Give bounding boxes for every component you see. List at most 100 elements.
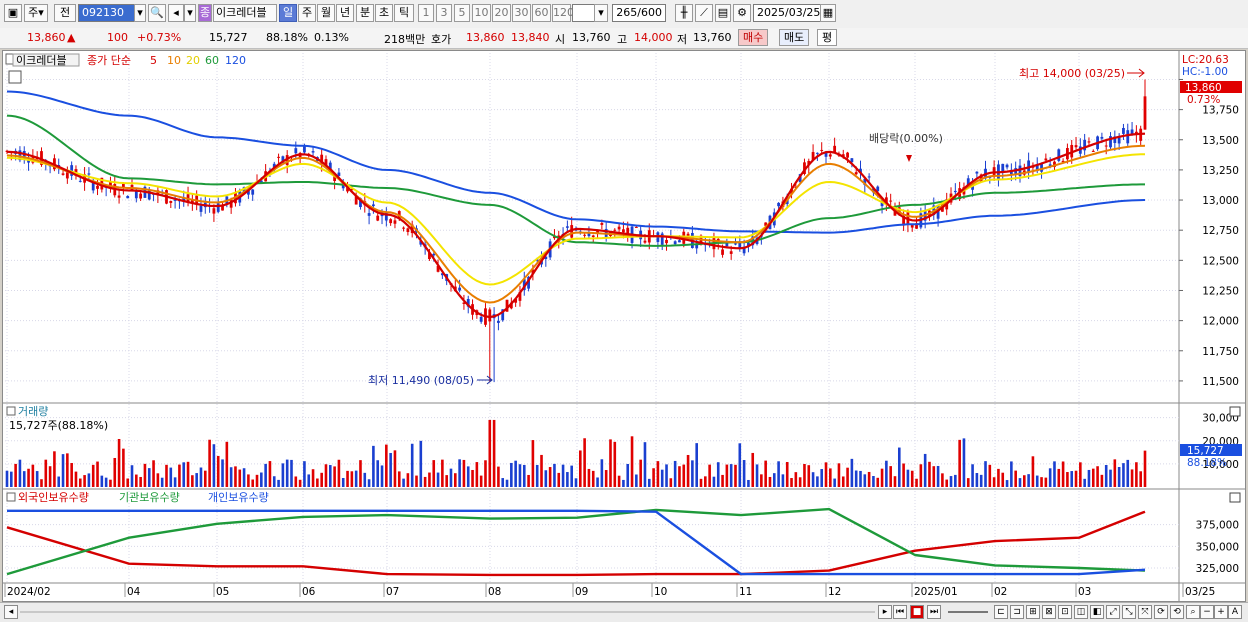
tool-9-icon[interactable]: ⤡ (1122, 605, 1136, 619)
volume-bar (945, 479, 949, 487)
tab-week[interactable]: 주 (298, 4, 316, 22)
tool-3-icon[interactable]: ⊞ (1026, 605, 1040, 619)
interval-10[interactable]: 10 (472, 4, 491, 22)
draw-tool-icon[interactable]: ⟋ (695, 4, 713, 22)
legend-institution-holdings: 기관보유수량 (119, 491, 180, 504)
volume-bar (376, 460, 380, 487)
low-annotation: 최저 11,490 (08/05) (368, 374, 474, 387)
prev-button[interactable]: 전 (54, 4, 76, 22)
scroll-right-icon[interactable]: ▸ (878, 605, 892, 619)
zoom-slider[interactable] (948, 611, 988, 613)
tool-6-icon[interactable]: ◫ (1074, 605, 1088, 619)
market-select[interactable]: 주▾ (24, 4, 48, 22)
stop-icon[interactable]: ■ (910, 605, 924, 619)
font-size-icon[interactable]: A (1228, 605, 1242, 619)
volume-bar (678, 466, 681, 487)
calendar-icon[interactable]: ▦ (820, 4, 836, 22)
scroll-left-icon[interactable]: ◂ (4, 605, 18, 619)
volume-bar (18, 459, 22, 487)
volume-bar (859, 470, 862, 487)
volume-bar (152, 460, 155, 487)
eval-button[interactable]: 평 (817, 29, 838, 46)
tool-4-icon[interactable]: ⊠ (1042, 605, 1056, 619)
tool-11-icon[interactable]: ⟳ (1154, 605, 1168, 619)
grid-toggle-icon[interactable] (8, 70, 22, 84)
volume-bar (229, 467, 233, 487)
stock-code-input[interactable]: 092130 (78, 4, 136, 22)
tool-2-icon[interactable]: ⊐ (1010, 605, 1024, 619)
tool-1-icon[interactable]: ⊏ (994, 605, 1008, 619)
volume-bar (514, 460, 517, 487)
volume-bar (1079, 462, 1082, 487)
zoom-in-icon[interactable]: + (1214, 605, 1228, 619)
volume-bar (1126, 459, 1130, 487)
volume-bar (247, 474, 250, 487)
tab-minute[interactable]: 분 (356, 4, 374, 22)
save-icon[interactable]: ▤ (715, 4, 731, 22)
holdings-panel-close-icon[interactable] (1229, 492, 1241, 503)
tab-year[interactable]: 년 (336, 4, 354, 22)
volume-bar (880, 468, 884, 487)
interval-30[interactable]: 30 (512, 4, 531, 22)
search-icon[interactable]: 🔍 (148, 4, 166, 22)
volume-bar (889, 466, 892, 487)
chart-svg[interactable]: 13,750 13,500 13,250 13,000 12,750 12,500 12,2… (3, 51, 1245, 601)
interval-3[interactable]: 3 (436, 4, 452, 22)
favorite-badge[interactable]: 종 (198, 4, 212, 22)
code-dropdown-icon[interactable]: ▾ (134, 4, 146, 22)
data-count-input[interactable]: 265/600 (612, 4, 666, 22)
tab-month[interactable]: 월 (317, 4, 335, 22)
date-tick-label: 10 (654, 586, 667, 598)
buy-button[interactable]: 매수 (738, 29, 769, 46)
scrollbar-track[interactable] (20, 611, 875, 613)
gear-icon[interactable]: ⚙ (733, 4, 751, 22)
volume-bar (910, 470, 914, 487)
volume-bar (876, 477, 880, 487)
volume-bar (242, 468, 246, 487)
tool-5-icon[interactable]: ⊡ (1058, 605, 1072, 619)
volume-bar (380, 465, 384, 487)
tool-10-icon[interactable]: ⤧ (1138, 605, 1152, 619)
date-input[interactable]: 2025/03/25 (753, 4, 821, 22)
price-change-pct: +0.73% (137, 31, 182, 44)
tool-7-icon[interactable]: ◧ (1090, 605, 1104, 619)
sound-dropdown-icon[interactable]: ▾ (184, 4, 196, 22)
chart-area[interactable]: 13,750 13,500 13,250 13,000 12,750 12,500 12,2… (2, 50, 1246, 602)
interval-5[interactable]: 5 (454, 4, 470, 22)
holdings-toggle-icon[interactable] (6, 492, 16, 502)
volume-bar (277, 479, 280, 487)
quote-bar: 13,860 ▲ 100 +0.73% 15,727 88.18% 0.13% … (0, 28, 1248, 49)
candle-type-icon[interactable]: ╫ (675, 4, 693, 22)
tool-12-icon[interactable]: ⟲ (1170, 605, 1184, 619)
high-annotation: 최고 14,000 (03/25) (1019, 67, 1125, 80)
play-back-icon[interactable]: ⏮ (893, 605, 907, 619)
candle-body (815, 152, 819, 154)
candle-body (212, 208, 216, 214)
window-menu-icon[interactable]: ▣ (4, 4, 22, 22)
tab-second[interactable]: 초 (375, 4, 393, 22)
candle-body (622, 229, 625, 233)
sound-icon[interactable]: ◂ (168, 4, 184, 22)
interval-1[interactable]: 1 (418, 4, 434, 22)
volume-bar (1135, 462, 1138, 487)
volume-bar (699, 478, 703, 487)
interval-120[interactable]: 120 (552, 4, 574, 22)
volume-toggle-icon[interactable] (6, 406, 16, 416)
volume-bar (139, 476, 142, 487)
tab-tick[interactable]: 틱 (394, 4, 414, 22)
interval-dropdown-icon[interactable]: ▾ (594, 4, 608, 22)
tool-8-icon[interactable]: ⤢ (1106, 605, 1120, 619)
candle-body (565, 226, 569, 228)
play-forward-icon[interactable]: ⏭ (927, 605, 941, 619)
interval-20[interactable]: 20 (492, 4, 511, 22)
volume-bar (182, 462, 186, 487)
interval-60[interactable]: 60 (532, 4, 551, 22)
volume-bar (255, 474, 259, 487)
zoom-out-icon[interactable]: − (1200, 605, 1214, 619)
volume-bar (816, 476, 819, 487)
volume-panel-close-icon[interactable] (1229, 406, 1241, 417)
volume-bar (850, 458, 854, 487)
tab-day[interactable]: 일 (279, 4, 297, 22)
zoom-search-icon[interactable]: ⌕ (1186, 605, 1200, 619)
sell-button[interactable]: 매도 (779, 29, 810, 46)
